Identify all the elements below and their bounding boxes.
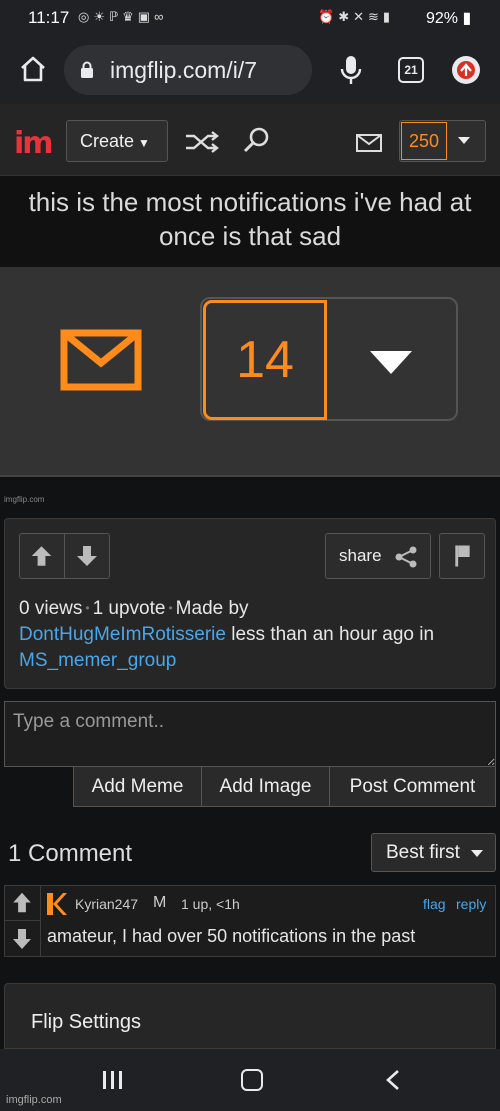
comment-meta: 1 up, <1h (181, 896, 240, 912)
avatar[interactable] (45, 891, 67, 917)
comment-vote-buttons (5, 886, 41, 956)
signal-icon: ▮ (382, 9, 395, 24)
circle-icon: ◎ (78, 9, 94, 24)
posted-time: less than an hour ago in (231, 624, 435, 645)
create-button[interactable]: Create ▼ (66, 120, 168, 162)
site-logo[interactable]: im (14, 126, 54, 161)
lock-icon (81, 61, 93, 78)
notification-count[interactable]: 250 (401, 122, 447, 160)
upvote-count: 1 upvote (92, 598, 166, 619)
meme-notification-widget: 14 (200, 297, 458, 421)
battery-level: 92% ▮ (426, 10, 472, 27)
home-icon[interactable] (18, 54, 48, 84)
stream-link[interactable]: MS_memer_group (19, 650, 176, 671)
flip-settings-label: Flip Settings (31, 1011, 142, 1033)
comment: Kyrian247 M 1 up, <1h flag reply amateur… (4, 885, 496, 957)
footer-watermark: imgflip.com (6, 1094, 62, 1106)
browser-toolbar: imgflip.com/i/7 21 (0, 36, 500, 104)
chevron-down-icon (471, 850, 483, 857)
meme-title: this is the most notifications i've had … (0, 177, 500, 267)
upvote-icon[interactable] (5, 886, 40, 921)
shuffle-icon[interactable] (184, 130, 220, 154)
share-button[interactable]: share (325, 533, 431, 579)
update-icon[interactable] (452, 56, 480, 84)
meme-image: 14 (0, 267, 500, 477)
status-left-icons: ◎☀ℙ♛▣∞ (78, 9, 167, 25)
upvote-icon[interactable] (20, 534, 65, 578)
author-link[interactable]: DontHugMeImRotisserie (19, 624, 226, 645)
vote-buttons (19, 533, 110, 579)
create-label: Create (80, 131, 135, 151)
url-text: imgflip.com/i/7 (110, 57, 257, 83)
system-navigation-bar (0, 1049, 500, 1111)
image-watermark: imgflip.com (4, 495, 45, 504)
meme-info-panel: share 0 views • 1 upvote • Made by DontHugMe… (4, 518, 496, 689)
nfc-icon: ℙ (109, 9, 123, 24)
brightness-icon: ☀ (93, 9, 109, 24)
status-bar: 11:17 ◎☀ℙ♛▣∞ ⏰✱✕≋▮ 92% ▮ (0, 0, 500, 36)
view-count: 0 views (19, 598, 83, 619)
gallery-icon: ▣ (137, 9, 155, 24)
wifi-icon: ≋ (368, 9, 383, 24)
downvote-icon[interactable] (5, 921, 40, 956)
mute-icon: ✕ (353, 9, 368, 24)
downvote-icon[interactable] (65, 534, 110, 578)
crown-icon: ♛ (122, 9, 138, 24)
notifications-button[interactable]: 250 (399, 120, 486, 162)
comment-username[interactable]: Kyrian247 (75, 896, 138, 912)
microphone-icon[interactable] (338, 54, 364, 86)
voicemail-icon: ∞ (154, 9, 168, 24)
chevron-down-icon: ▼ (138, 136, 150, 150)
sort-dropdown[interactable]: Best first (371, 833, 496, 872)
meme-stats: 0 views • 1 upvote • Made by DontHugMeImRoti… (19, 595, 489, 674)
search-icon[interactable] (242, 126, 270, 154)
share-icon (395, 546, 417, 568)
recents-icon[interactable] (102, 1070, 124, 1090)
site-navbar: im Create ▼ 250 (0, 104, 500, 176)
chevron-down-icon[interactable] (458, 137, 470, 144)
meme-notification-count: 14 (203, 300, 327, 420)
comment-flag-link[interactable]: flag (423, 896, 446, 912)
sort-label: Best first (386, 842, 460, 863)
comment-input[interactable] (4, 701, 496, 767)
battery-icon: ▮ (458, 10, 472, 27)
comment-actions: Add Meme Add Image Post Comment (73, 766, 496, 807)
bluetooth-icon: ✱ (338, 9, 354, 24)
share-label: share (339, 546, 382, 565)
status-right-icons: ⏰✱✕≋▮ (318, 9, 394, 25)
add-image-button[interactable]: Add Image (202, 767, 330, 806)
add-meme-button[interactable]: Add Meme (74, 767, 202, 806)
comment-reply-link[interactable]: reply (456, 896, 486, 912)
tab-switcher-button[interactable]: 21 (398, 57, 424, 83)
back-icon[interactable] (384, 1069, 402, 1091)
comments-count: 1 Comment (8, 840, 133, 867)
system-home-icon[interactable] (241, 1069, 263, 1091)
flag-icon[interactable] (439, 533, 485, 579)
status-time: 11:17 (28, 8, 70, 27)
post-comment-button[interactable]: Post Comment (330, 767, 495, 806)
comment-text: amateur, I had over 50 notifications in … (47, 926, 416, 946)
chevron-down-icon (370, 351, 412, 374)
comment-user-badge: M (153, 894, 167, 911)
alarm-icon: ⏰ (318, 9, 339, 24)
flip-settings-panel[interactable]: Flip Settings (4, 983, 496, 1049)
mail-icon (60, 329, 142, 391)
mail-icon[interactable] (356, 134, 382, 152)
made-by-label: Made by (175, 598, 249, 619)
address-bar[interactable]: imgflip.com/i/7 (64, 45, 312, 95)
separator-dot: • (85, 601, 90, 615)
separator-dot: • (168, 601, 173, 615)
